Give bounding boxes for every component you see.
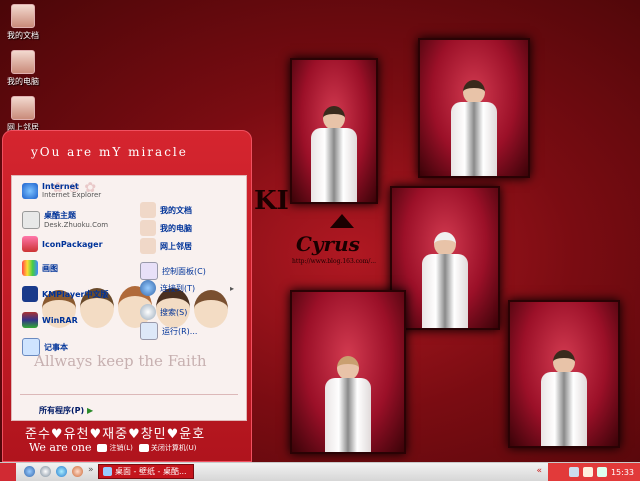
crown-icon: [330, 214, 354, 228]
my-documents-icon: [11, 4, 35, 28]
wallpaper-photo: [508, 300, 620, 448]
start-menu: yOu are mY miracle ✿ ❀ ✿ Allways keep th…: [2, 130, 252, 462]
tray-network-icon[interactable]: [568, 467, 579, 477]
all-programs-button[interactable]: 所有程序(P) ▶: [39, 405, 93, 416]
wallpaper-photo: [290, 58, 378, 204]
shutdown-button[interactable]: 关闭计算机(U): [138, 443, 196, 453]
start-menu-body: ✿ ❀ ✿ Allways keep the Faith Internet Int…: [11, 175, 247, 421]
quicklaunch-desktop-icon[interactable]: [40, 466, 51, 477]
wallpaper-logo-text: KI: [254, 186, 289, 216]
my-computer-icon: [11, 50, 35, 74]
desktop-icon-label: 我的电脑: [7, 77, 39, 86]
start-item-my-documents[interactable]: 我的文档: [140, 202, 192, 218]
logoff-button[interactable]: 注销(L): [97, 443, 133, 453]
control-panel-icon: [140, 262, 158, 280]
taskbar: » 桌面 - 壁纸 - 桌酷... « 15:33: [0, 462, 640, 481]
start-item-iconpackager[interactable]: IconPackager: [22, 236, 103, 252]
start-menu-title: yOu are mY miracle: [31, 145, 188, 159]
my-computer-icon: [140, 220, 156, 236]
start-item-network-places[interactable]: 网上邻居: [140, 238, 192, 254]
start-menu-names: 준수♥유천♥재중♥창민♥윤호: [25, 427, 206, 442]
quicklaunch-expand-icon[interactable]: »: [88, 465, 94, 475]
start-item-paint[interactable]: 画图: [22, 260, 58, 276]
start-item-notepad[interactable]: 记事本: [22, 338, 68, 356]
run-icon: [140, 322, 158, 340]
start-item-internet[interactable]: Internet Internet Explorer: [22, 182, 101, 199]
start-menu-divider: [20, 394, 238, 395]
quicklaunch-app-icon[interactable]: [72, 466, 83, 477]
start-item-connect-to[interactable]: 连接到(T) ▸: [140, 280, 240, 296]
notepad-icon: [22, 338, 40, 356]
submenu-arrow-icon: ▸: [229, 283, 234, 293]
tray-clock[interactable]: 15:33: [611, 468, 634, 477]
tray-app-icon[interactable]: [596, 467, 607, 477]
internet-explorer-icon: [22, 182, 38, 199]
search-icon: [140, 304, 156, 320]
network-places-icon: [11, 96, 35, 120]
quicklaunch-media-icon[interactable]: [56, 466, 67, 477]
start-item-control-panel[interactable]: 控制面板(C): [140, 262, 206, 280]
desktop-icon-my-documents[interactable]: 我的文档: [4, 4, 42, 41]
paint-icon: [22, 260, 38, 276]
start-button[interactable]: [0, 463, 16, 481]
wallpaper-photo: [418, 38, 530, 178]
start-item-winrar[interactable]: WinRAR: [22, 312, 78, 328]
start-item-my-computer[interactable]: 我的电脑: [140, 220, 192, 236]
system-tray: 15:33: [548, 463, 640, 481]
iconpackager-icon: [22, 236, 38, 252]
taskbar-window-button[interactable]: 桌面 - 壁纸 - 桌酷...: [98, 464, 194, 479]
tray-volume-icon[interactable]: [582, 467, 593, 477]
zhuoku-theme-icon: [22, 210, 40, 229]
start-item-kmplayer[interactable]: KMPlayer中文版: [22, 286, 109, 302]
tray-expand-icon[interactable]: «: [536, 466, 542, 476]
wallpaper-photo: [290, 290, 406, 454]
kmplayer-icon: [22, 286, 38, 302]
desktop-icon-network-places[interactable]: 网上邻居: [4, 96, 42, 133]
connect-to-icon: [140, 280, 156, 296]
wallpaper-script-text: Cyrus: [296, 232, 360, 256]
desktop-icon-label: 我的文档: [7, 31, 39, 40]
my-documents-icon: [140, 202, 156, 218]
wallpaper-url-text: http://www.blog.163.com/...: [292, 258, 377, 265]
desktop-icon-my-computer[interactable]: 我的电脑: [4, 50, 42, 87]
quicklaunch-ie-icon[interactable]: [24, 466, 35, 477]
we-are-one-text: We are one: [29, 441, 92, 454]
shutdown-icon: [138, 443, 149, 452]
wallpaper-photo: [390, 186, 500, 330]
window-icon: [103, 467, 112, 476]
start-item-run[interactable]: 运行(R)...: [140, 322, 197, 340]
start-item-search[interactable]: 搜索(S): [140, 304, 187, 320]
logoff-icon: [97, 443, 108, 452]
start-item-zhuoku[interactable]: 桌酷主题 Desk.Zhuoku.Com: [22, 210, 108, 229]
start-menu-footer: We are one 注销(L) 关闭计算机(U): [29, 441, 196, 454]
winrar-icon: [22, 312, 38, 328]
all-programs-arrow-icon: ▶: [86, 406, 94, 415]
network-places-icon: [140, 238, 156, 254]
